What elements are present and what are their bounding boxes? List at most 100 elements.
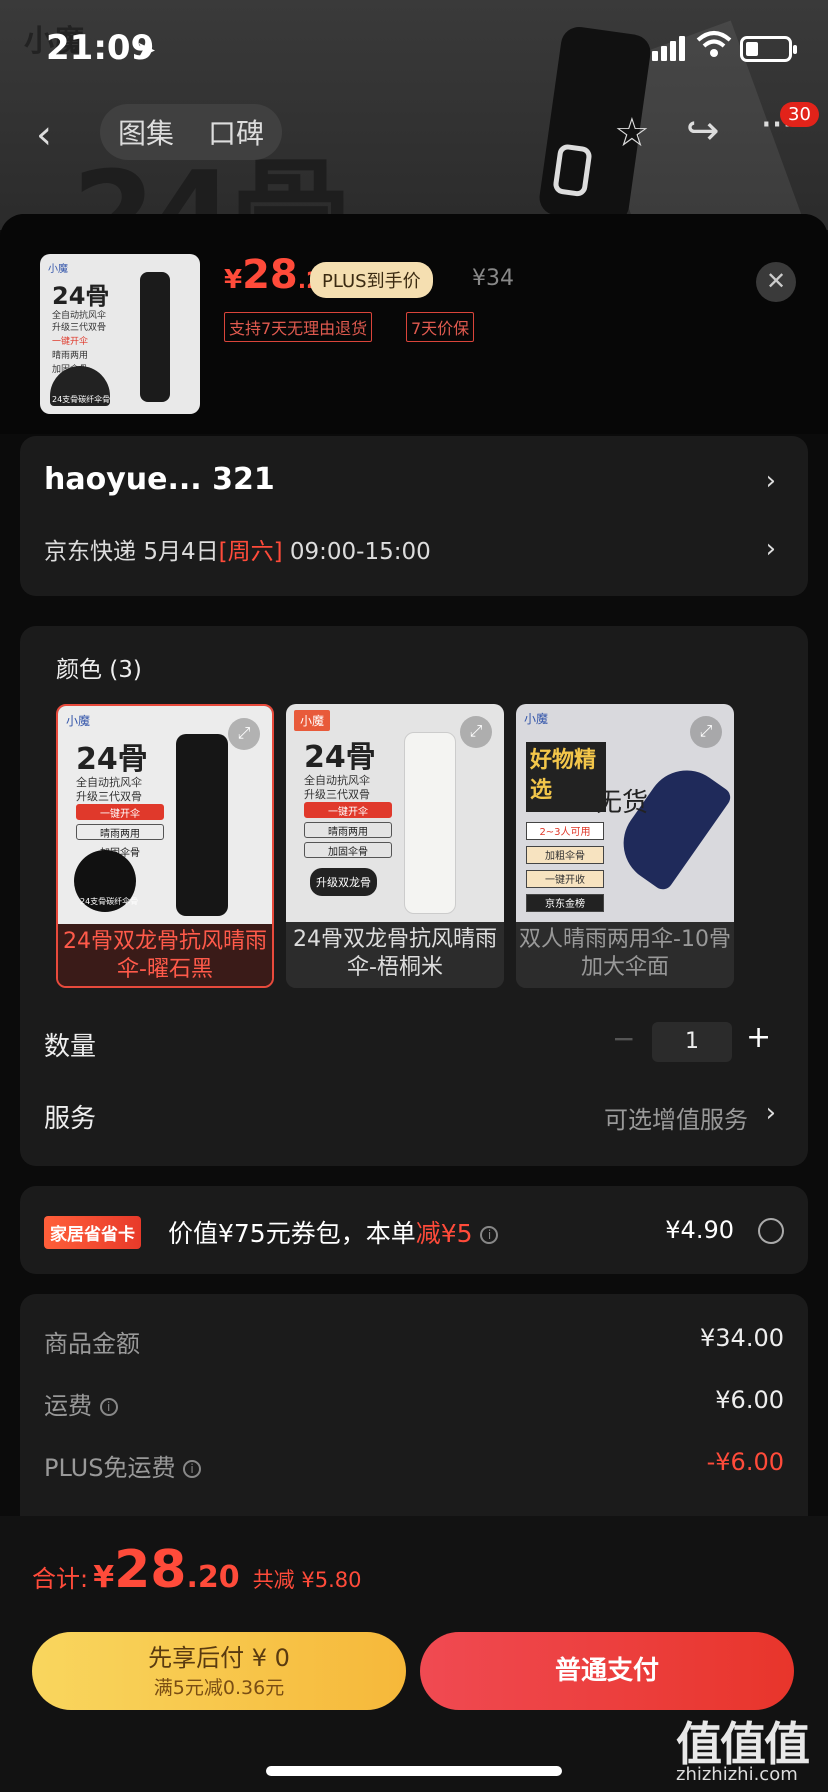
option-label: 24骨双龙骨抗风晴雨伞-曜石黑	[58, 924, 272, 986]
location-arrow-icon: ➤	[136, 36, 157, 64]
home-card-tag: 家居省省卡	[44, 1216, 141, 1249]
option-pill: 一键开伞	[304, 802, 392, 818]
total-savings: 共减 ¥5.80	[252, 1568, 362, 1592]
quantity-increase-button[interactable]: +	[746, 1020, 771, 1055]
chevron-right-icon[interactable]: ›	[766, 1098, 776, 1128]
summary-value: ¥6.00	[715, 1386, 784, 1414]
info-icon[interactable]: i	[480, 1226, 499, 1244]
total-currency: ¥	[93, 1560, 115, 1595]
price-currency: ¥	[224, 265, 243, 295]
status-bar: 21:09 ➤	[0, 0, 828, 100]
color-option-black[interactable]: 小魔 24骨 全自动抗风伞 升级三代双骨 一键开伞 晴雨两用 加固伞骨 24支骨…	[56, 704, 274, 988]
product-price: ¥28.2	[224, 252, 321, 298]
share-icon[interactable]: ↪	[686, 108, 720, 154]
delivery-date: 5月4日	[143, 539, 219, 565]
summary-row-shipping: 运费 i ¥6.00	[44, 1386, 784, 1421]
feature-tag: 加粗伞骨	[526, 846, 604, 864]
delivery-info[interactable]: 京东快递 5月4日[周六] 09:00-15:00	[44, 532, 431, 566]
home-savings-card[interactable]: 家居省省卡 价值¥75元券包，本单减¥5 i ¥4.90	[20, 1186, 808, 1274]
original-price: ¥34	[472, 266, 514, 291]
plus-price-tag: PLUS到手价	[310, 262, 433, 298]
umbrella-image	[607, 754, 734, 894]
option-image: 小魔 24骨 全自动抗风伞 升级三代双骨 一键开伞 晴雨两用 加固伞骨 升级双龙…	[286, 704, 504, 922]
goods-sign: 好物精选	[526, 742, 606, 812]
umbrella-image	[404, 732, 456, 914]
color-option-double[interactable]: 小魔 好物精选 2~3人可用 加粗伞骨 一键开收 京东金榜 无货 ⤢ 双人晴雨两…	[516, 704, 734, 988]
expand-icon[interactable]: ⤢	[690, 716, 722, 748]
wifi-icon	[696, 31, 732, 57]
umbrella-image	[176, 734, 228, 916]
out-of-stock-label: 无货	[596, 788, 649, 818]
price-protect-tag: 7天价保	[406, 312, 475, 342]
option-text: 24支骨碳纤伞骨	[80, 897, 139, 906]
tab-reviews[interactable]: 口碑	[208, 112, 264, 152]
message-count-badge: 30	[780, 102, 819, 127]
color-section-title: 颜色 (3)	[56, 657, 142, 683]
umbrella-image	[140, 272, 170, 402]
checkout-bar: 合计: ¥28.20 共减 ¥5.80 先享后付 ¥ 0 满5元减0.36元 普…	[0, 1516, 828, 1792]
expand-icon[interactable]: ⤢	[228, 718, 260, 750]
option-text: 升级三代双骨	[304, 788, 370, 801]
quantity-label: 数量	[44, 1032, 97, 1062]
quantity-input[interactable]: 1	[652, 1022, 732, 1062]
chevron-right-icon: ›	[765, 466, 776, 496]
battery-icon	[740, 36, 797, 62]
spec-card: 颜色 (3) 小魔 24骨 全自动抗风伞 升级三代双骨 一键开伞 晴雨两用 加固…	[20, 626, 808, 1166]
back-chevron-icon[interactable]: ‹	[36, 112, 52, 158]
color-option-beige[interactable]: 小魔 24骨 全自动抗风伞 升级三代双骨 一键开伞 晴雨两用 加固伞骨 升级双龙…	[286, 704, 504, 988]
recipient-name: haoyue... 321	[44, 462, 275, 497]
home-card-discount: 减¥5	[415, 1219, 473, 1248]
option-image: 小魔 好物精选 2~3人可用 加粗伞骨 一键开收 京东金榜 无货 ⤢	[516, 704, 734, 922]
price-integer: 28	[242, 252, 298, 298]
option-pill: 加固伞骨	[304, 842, 392, 858]
star-icon[interactable]: ☆	[614, 110, 650, 156]
option-text: 升级三代双骨	[76, 790, 142, 803]
summary-label: 运费	[44, 1392, 92, 1420]
home-indicator[interactable]	[266, 1766, 562, 1776]
option-label: 24骨双龙骨抗风晴雨伞-梧桐米	[286, 922, 504, 988]
thumb-line: 升级三代双骨	[52, 323, 107, 333]
carrier: 京东快递	[44, 539, 136, 565]
price-summary-card: 商品金额 ¥34.00 运费 i ¥6.00 PLUS免运费 i -¥6.00	[20, 1294, 808, 1554]
total-decimal: .20	[186, 1560, 240, 1595]
option-pill: 晴雨两用	[76, 824, 164, 840]
thumb-headline: 24骨	[52, 282, 110, 310]
info-icon[interactable]: i	[99, 1398, 118, 1416]
option-text: 升级双龙骨	[310, 868, 377, 896]
product-thumbnail[interactable]: 小魔 24骨 全自动抗风伞 升级三代双骨 一键开伞 晴雨两用 加固伞骨 24支骨…	[40, 254, 200, 414]
address-card[interactable]: haoyue... 321 › 京东快递 5月4日[周六] 09:00-15:0…	[20, 436, 808, 596]
info-icon[interactable]: i	[183, 1460, 202, 1478]
tab-gallery[interactable]: 图集	[118, 112, 174, 152]
feature-tag: 一键开收	[526, 870, 604, 888]
chevron-right-icon: ›	[765, 534, 776, 564]
total-label: 合计:	[32, 1565, 89, 1593]
summary-label: 商品金额	[44, 1330, 140, 1358]
pay-later-button[interactable]: 先享后付 ¥ 0 满5元减0.36元	[32, 1632, 406, 1710]
quantity-decrease-button[interactable]: −	[612, 1022, 635, 1055]
home-card-radio[interactable]	[758, 1218, 784, 1244]
summary-value: -¥6.00	[706, 1448, 784, 1476]
option-headline: 24骨	[76, 742, 148, 777]
brand-logo: 小魔	[66, 714, 91, 728]
watermark-url: zhizhizhi.com	[676, 1764, 798, 1785]
delivery-weekday: [周六]	[218, 539, 283, 565]
home-card-price: ¥4.90	[665, 1216, 734, 1244]
summary-label: PLUS免运费	[44, 1454, 176, 1482]
service-value[interactable]: 可选增值服务	[604, 1100, 748, 1135]
option-label: 双人晴雨两用伞-10骨加大伞面	[516, 922, 734, 988]
order-total: 合计: ¥28.20 共减 ¥5.80	[32, 1540, 361, 1600]
cellular-signal-icon	[652, 36, 688, 61]
summary-row-plus-free: PLUS免运费 i -¥6.00	[44, 1448, 784, 1483]
brand-logo: 小魔	[524, 712, 549, 726]
summary-row-goods: 商品金额 ¥34.00	[44, 1324, 784, 1359]
feature-tag: 2~3人可用	[526, 822, 604, 840]
pay-later-promo: 满5元减0.36元	[153, 1677, 285, 1699]
normal-pay-button[interactable]: 普通支付	[420, 1632, 794, 1710]
gallery-tabs: 图集 口碑	[100, 104, 283, 160]
pay-later-label: 先享后付 ¥ 0	[148, 1644, 290, 1672]
return-policy-tag: 支持7天无理由退货	[224, 312, 373, 342]
close-button[interactable]: ✕	[756, 262, 796, 302]
brand-logo: 小魔	[294, 710, 331, 731]
feature-tag: 京东金榜	[526, 894, 604, 912]
expand-icon[interactable]: ⤢	[460, 716, 492, 748]
